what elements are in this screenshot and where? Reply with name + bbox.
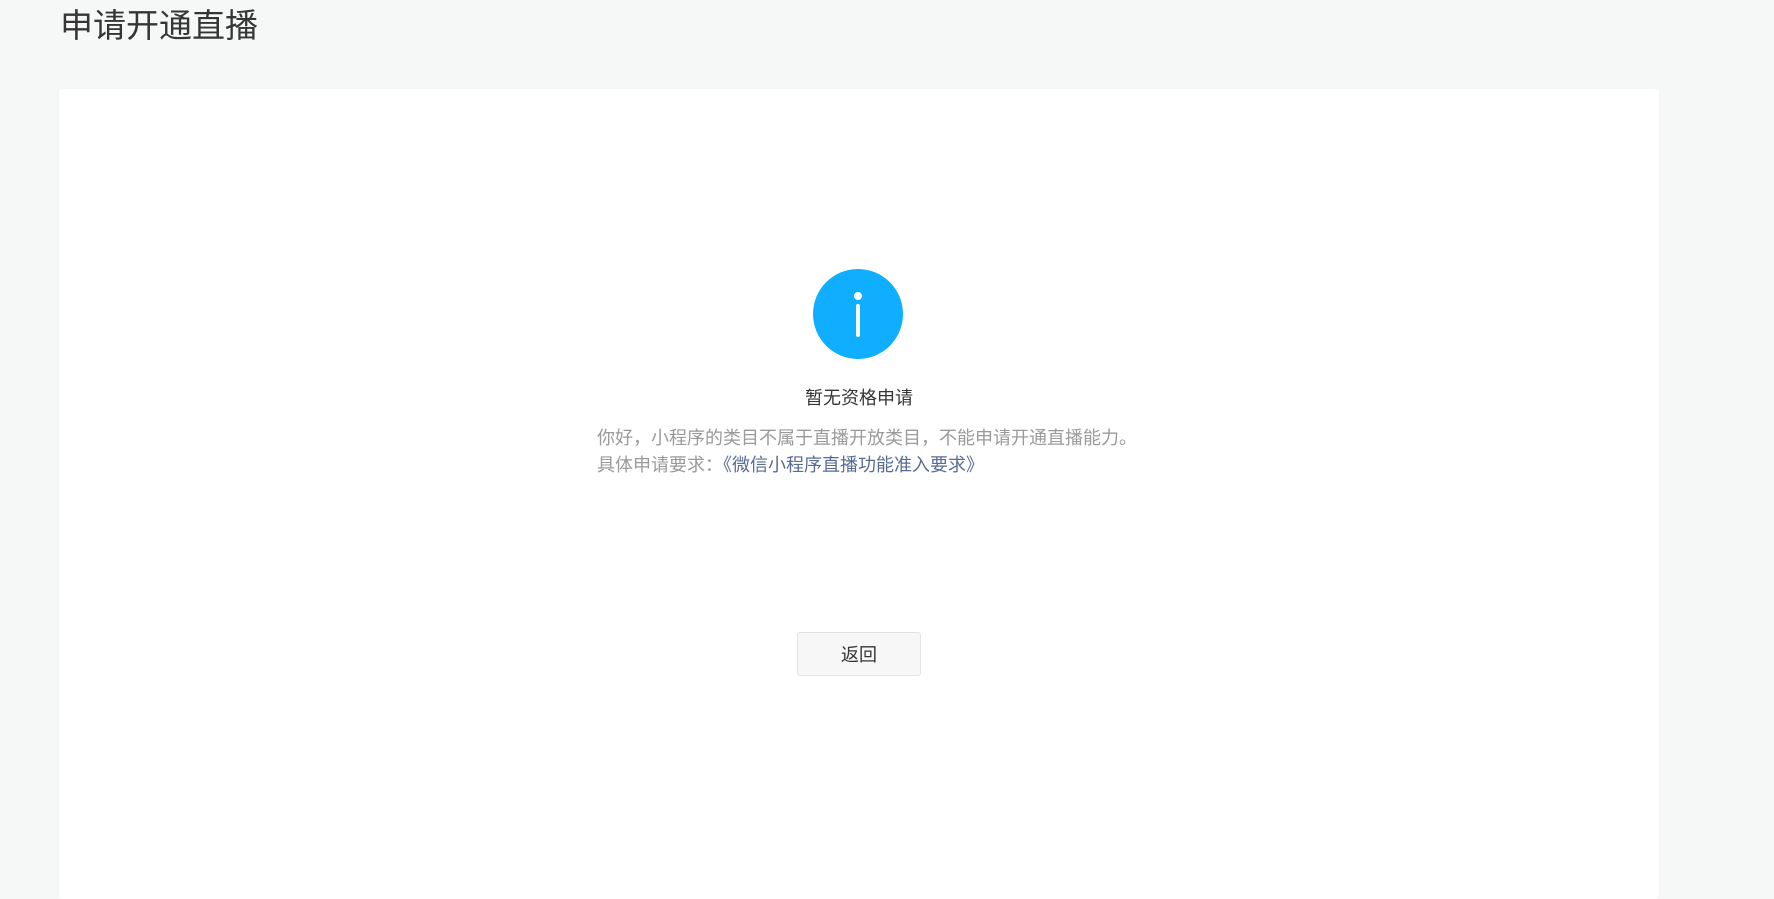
info-icon-bar [856, 304, 860, 337]
content-card: 暂无资格申请 你好，小程序的类目不属于直播开放类目，不能申请开通直播能力。 具体… [59, 89, 1659, 899]
description-line-2: 具体申请要求：《微信小程序直播功能准入要求》 [597, 452, 1137, 479]
message-description: 你好，小程序的类目不属于直播开放类目，不能申请开通直播能力。 具体申请要求：《微… [597, 425, 1137, 479]
requirements-link[interactable]: 《微信小程序直播功能准入要求》 [723, 455, 984, 476]
page-title: 申请开通直播 [60, 6, 258, 45]
description-line-1: 你好，小程序的类目不属于直播开放类目，不能申请开通直播能力。 [597, 428, 1137, 449]
message-title: 暂无资格申请 [805, 388, 913, 409]
back-button[interactable]: 返回 [797, 632, 921, 676]
info-icon [813, 269, 903, 359]
description-prefix: 具体申请要求： [597, 455, 723, 476]
info-icon-dot [854, 292, 862, 300]
